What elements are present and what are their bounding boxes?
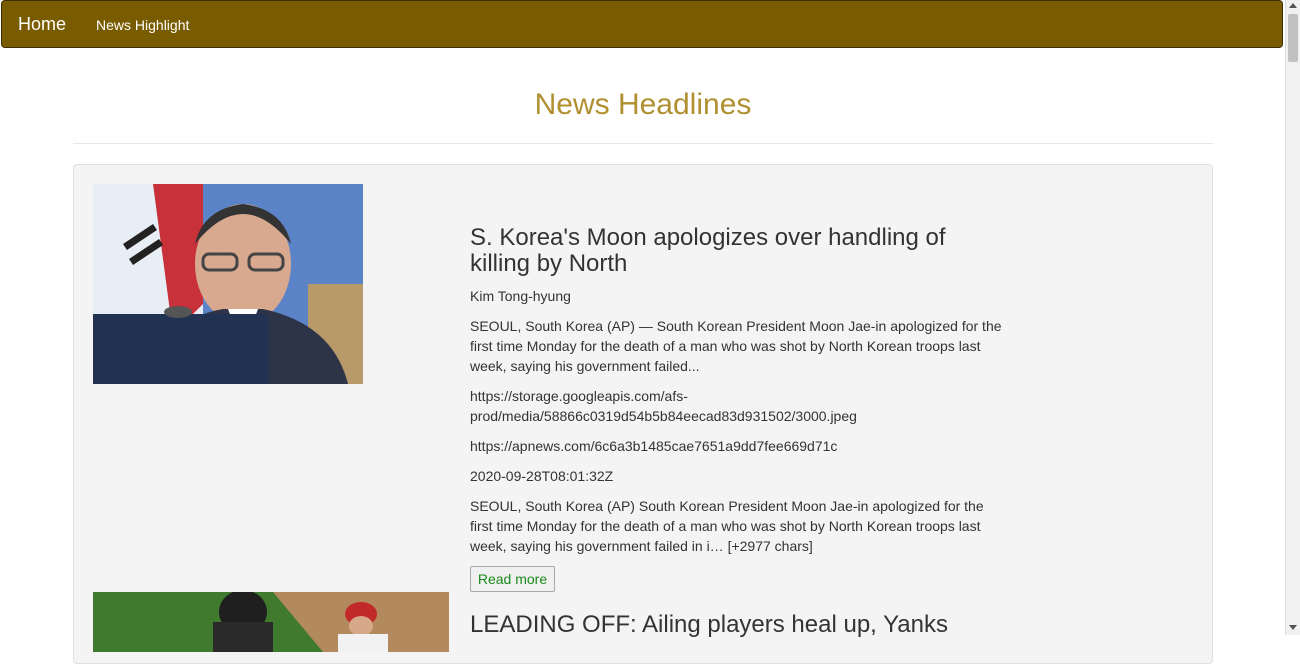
article-title-line: killing by North bbox=[470, 250, 628, 277]
description-line: first time Monday for the death of a man… bbox=[470, 338, 981, 354]
article-thumbnail[interactable] bbox=[93, 592, 449, 652]
article-description: SEOUL, South Korea (AP) — South Korean P… bbox=[470, 316, 1010, 376]
page-title: News Headlines bbox=[534, 88, 752, 121]
description-line: SEOUL, South Korea (AP) — South Korean P… bbox=[470, 318, 1002, 334]
article-published-at: 2020-09-28T08:01:32Z bbox=[470, 468, 614, 484]
image-url-line: https://storage.googleapis.com/afs- bbox=[470, 388, 688, 404]
image-url-line: prod/media/58866c0319d54b5b84eecad83d931… bbox=[470, 408, 857, 424]
scroll-up-arrow-icon[interactable] bbox=[1289, 3, 1297, 8]
description-line: week, saying his government failed... bbox=[470, 358, 700, 374]
article-author: Kim Tong-hyung bbox=[470, 288, 571, 304]
article-url: https://apnews.com/6c6a3b1485cae7651a9dd… bbox=[470, 438, 838, 454]
article-title-line: S. Korea's Moon apologizes over handling… bbox=[470, 224, 946, 251]
nav-news-highlight-link[interactable]: News Highlight bbox=[96, 17, 189, 33]
article-photo-image bbox=[93, 184, 363, 384]
content-line: week, saying his government failed in i…… bbox=[470, 538, 813, 554]
article-title-line: LEADING OFF: Ailing players heal up, Yan… bbox=[470, 611, 948, 638]
nav-home-link[interactable]: Home bbox=[18, 14, 66, 35]
article-content: SEOUL, South Korea (AP) South Korean Pre… bbox=[470, 496, 1010, 556]
article-image-url: https://storage.googleapis.com/afs- prod… bbox=[470, 386, 1010, 426]
page-scrollbar[interactable] bbox=[1285, 0, 1300, 635]
article-title[interactable]: S. Korea's Moon apologizes over handling… bbox=[470, 225, 1010, 277]
scroll-down-arrow-icon[interactable] bbox=[1289, 625, 1297, 630]
article-photo-image bbox=[93, 592, 449, 652]
scrollbar-thumb[interactable] bbox=[1288, 14, 1298, 62]
read-more-button[interactable]: Read more bbox=[470, 566, 555, 592]
article-thumbnail[interactable] bbox=[93, 184, 363, 384]
title-divider bbox=[73, 143, 1213, 144]
content-line: SEOUL, South Korea (AP) South Korean Pre… bbox=[470, 498, 984, 514]
content-line: first time Monday for the death of a man… bbox=[470, 518, 981, 534]
article-title[interactable]: LEADING OFF: Ailing players heal up, Yan… bbox=[470, 612, 1010, 638]
top-navbar: Home News Highlight bbox=[1, 0, 1283, 48]
